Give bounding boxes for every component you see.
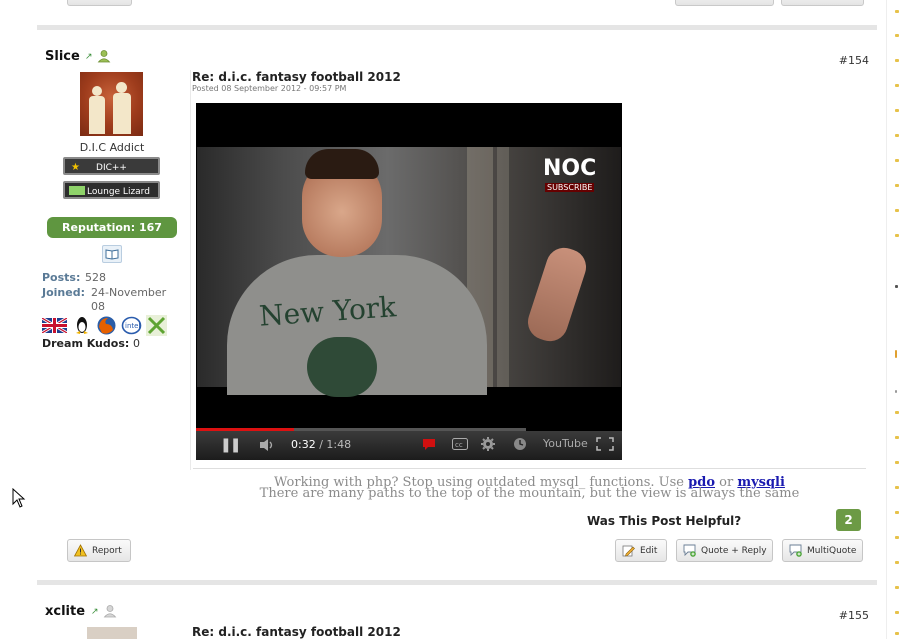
captions-icon[interactable]: cc [452,438,468,450]
next-post-external-link-icon[interactable]: ↗ [91,607,99,617]
warning-icon [74,544,87,557]
lizard-icon [69,186,85,195]
joined-value-year: 08 [91,300,105,313]
badge-lounge-lizard: Lounge Lizard [63,181,160,199]
firefox-icon [97,316,116,335]
avatar[interactable] [80,72,143,136]
signature-line-2: There are many paths to the top of the m… [259,486,800,501]
volume-icon[interactable] [258,437,278,453]
post-number-link[interactable]: #154 [839,54,869,67]
posts-label: Posts: [42,271,81,284]
watch-later-icon[interactable] [513,437,527,451]
pause-icon[interactable]: ❚❚ [220,437,242,453]
embedded-video-player[interactable]: New York NOC SUBSCRIBE ❚❚ 0:32 / 1:48 cc… [196,103,622,460]
rank-title: D.I.C Addict [79,141,145,154]
quote-reply-icon [683,544,696,557]
svg-text:cc: cc [455,441,463,449]
previous-report-button[interactable] [67,0,132,6]
joined-value: 24-November [91,286,167,299]
online-user-icon [97,50,111,63]
settings-gear-icon[interactable] [480,436,496,452]
username-link[interactable]: Slice [45,49,80,64]
post-title: Re: d.i.c. fantasy football 2012 [192,70,401,84]
book-icon [105,249,119,260]
dream-kudos-label: Dream Kudos: [42,337,130,350]
reputation-badge[interactable]: Reputation: 167 [47,217,177,238]
joined-label: Joined: [42,286,85,299]
offline-user-icon [103,605,117,618]
video-time: 0:32 / 1:48 [291,438,352,451]
edit-pencil-icon [622,545,635,557]
post-divider-2 [37,580,877,585]
helpful-label: Was This Post Helpful? [587,514,742,528]
signature-divider [193,468,866,469]
mouse-cursor-icon [12,488,26,508]
previous-quote-reply-button[interactable] [675,0,774,6]
annotations-icon[interactable] [422,438,436,451]
external-link-icon[interactable]: ↗ [85,52,93,62]
next-post-avatar[interactable] [87,627,137,639]
linux-icon [76,317,88,334]
previous-multiquote-button[interactable] [781,0,864,6]
intel-icon: intel [121,316,142,335]
post-divider [37,25,877,30]
subscribe-label[interactable]: SUBSCRIBE [545,183,595,192]
helpful-count[interactable]: 2 [836,509,861,531]
fullscreen-icon[interactable] [596,437,614,451]
star-icon: ★ [71,162,80,173]
video-frame[interactable]: New York NOC SUBSCRIBE [197,147,621,397]
badge-dic-plus-plus: ★ DIC++ [63,157,160,175]
report-button[interactable]: Report [67,539,131,562]
profile-book-button[interactable] [102,245,122,263]
xbox-icon [146,315,167,336]
next-post-number-link[interactable]: #155 [839,609,869,622]
multiquote-button[interactable]: MultiQuote [782,539,863,562]
dream-kudos-value: 0 [133,337,140,350]
uk-flag-icon [42,318,67,333]
svg-text:intel: intel [125,322,140,330]
quote-reply-button[interactable]: Quote + Reply [676,539,773,562]
next-post-username-link[interactable]: xclite [45,604,85,619]
multiquote-icon [789,544,802,557]
post-date: Posted 08 September 2012 - 09:57 PM [192,84,347,93]
next-post-title: Re: d.i.c. fantasy football 2012 [192,625,401,639]
edit-button[interactable]: Edit [615,539,667,562]
post-content-rule [190,70,191,470]
youtube-logo[interactable]: YouTube [543,437,588,450]
sidebar-rule [886,0,887,639]
posts-value: 528 [85,271,106,284]
